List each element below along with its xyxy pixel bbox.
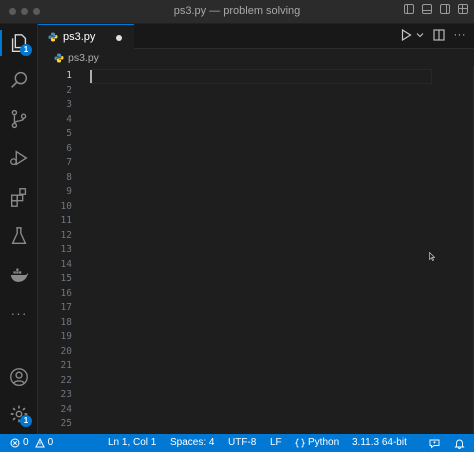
line-number: 12 — [60, 229, 72, 241]
line-number: 25 — [60, 418, 72, 429]
run-debug-icon — [10, 150, 28, 166]
encoding-status[interactable]: UTF-8 — [228, 434, 256, 452]
error-icon — [10, 438, 20, 448]
split-editor-icon[interactable] — [432, 29, 445, 41]
line-number: 4 — [66, 113, 72, 125]
python-file-icon — [54, 53, 64, 62]
line-number: 10 — [60, 200, 72, 212]
cursor-position-status[interactable]: Ln 1, Col 1 — [108, 434, 156, 452]
line-number: 21 — [60, 360, 72, 371]
python-file-icon — [48, 32, 58, 42]
error-count: 0 — [23, 437, 29, 448]
explorer-badge: 1 — [20, 44, 32, 56]
line-number: 5 — [66, 128, 72, 139]
settings-badge: 1 — [20, 415, 32, 427]
line-number: 22 — [60, 374, 72, 386]
breadcrumb: ps3.py — [38, 49, 474, 66]
flask-icon — [11, 227, 27, 245]
toggle-primary-sidebar-icon[interactable] — [404, 4, 414, 14]
indentation-status[interactable]: Spaces: 4 — [170, 434, 214, 452]
toggle-panel-icon[interactable] — [422, 4, 432, 14]
mouse-pointer-icon — [429, 252, 435, 261]
docker-icon — [10, 268, 28, 282]
line-number: 13 — [60, 244, 72, 255]
line-number: 14 — [60, 258, 72, 270]
line-ending-status[interactable]: LF — [270, 434, 282, 452]
line-number: 7 — [66, 157, 72, 168]
testing-button[interactable] — [0, 221, 38, 251]
tab-label: ps3.py — [63, 31, 96, 43]
line-number-gutter: 1 2 3 4 5 6 7 8 9 10 11 12 13 14 15 16 17 18 19 20 21 22 23 24 2… — [38, 69, 72, 432]
editor-tab-bar: ps3.py ··· — [38, 24, 474, 49]
run-options-chevron-down-icon[interactable] — [416, 32, 424, 38]
text-cursor — [90, 70, 92, 83]
line-number: 11 — [60, 215, 72, 226]
extensions-icon — [10, 188, 27, 207]
source-control-button[interactable] — [0, 104, 38, 134]
warning-count: 0 — [47, 437, 54, 448]
line-number: 17 — [60, 302, 72, 313]
code-editor[interactable]: 1 2 3 4 5 6 7 8 9 10 11 12 13 14 15 16 17 18 19 20 21 22 23 24 2… — [38, 66, 474, 434]
account-icon — [10, 368, 28, 386]
line-number: 1 — [66, 70, 72, 81]
breadcrumb-file[interactable]: ps3.py — [68, 52, 99, 64]
extensions-button[interactable] — [0, 182, 38, 212]
window-title: ps3.py — problem solving — [173, 5, 301, 17]
problems-status[interactable]: 0 0 — [10, 434, 53, 452]
tab-ps3-py[interactable]: ps3.py — [38, 24, 134, 49]
feedback-button[interactable] — [429, 434, 440, 452]
language-mode-status[interactable]: Python — [295, 434, 339, 452]
docker-button[interactable] — [0, 260, 38, 290]
line-number: 8 — [66, 171, 72, 183]
python-interpreter-status[interactable]: 3.11.3 64-bit — [352, 434, 407, 452]
explorer-button[interactable]: 1 — [0, 28, 38, 58]
manage-button[interactable]: 1 — [0, 399, 38, 429]
more-views-button[interactable]: ··· — [0, 298, 38, 328]
run-python-file-icon[interactable] — [401, 29, 412, 41]
feedback-icon — [429, 439, 440, 448]
line-number: 19 — [60, 331, 72, 342]
customize-layout-icon[interactable] — [458, 4, 468, 14]
braces-icon — [295, 438, 305, 448]
line-number: 18 — [60, 316, 72, 328]
toggle-secondary-sidebar-icon[interactable] — [440, 4, 450, 14]
run-debug-button[interactable] — [0, 143, 38, 173]
line-number: 2 — [66, 84, 72, 96]
line-number: 16 — [60, 287, 72, 299]
unsaved-changes-icon[interactable] — [116, 35, 122, 41]
line-number: 20 — [60, 345, 72, 357]
warning-icon — [34, 438, 45, 448]
accounts-button[interactable] — [0, 362, 38, 392]
line-number: 15 — [60, 273, 72, 284]
source-control-icon — [11, 109, 27, 129]
status-bar: 0 0 Ln 1, Col 1 Spaces: 4 UTF-8 LF Pytho… — [0, 434, 474, 452]
bell-icon — [454, 439, 465, 449]
language-label: Python — [308, 437, 340, 448]
line-number: 9 — [66, 186, 72, 197]
line-number: 24 — [60, 403, 72, 415]
line-number: 6 — [66, 142, 72, 154]
current-line-highlight — [90, 69, 432, 84]
title-bar: ps3.py — problem solving — [0, 0, 474, 24]
more-actions-icon[interactable]: ··· — [454, 29, 467, 41]
line-number: 3 — [66, 99, 72, 110]
search-icon — [11, 71, 28, 88]
activity-bar: 1 ··· 1 — [0, 24, 38, 434]
line-number: 23 — [60, 389, 72, 400]
notifications-button[interactable] — [454, 434, 465, 452]
search-button[interactable] — [0, 65, 38, 95]
ellipsis-icon: ··· — [10, 305, 28, 321]
